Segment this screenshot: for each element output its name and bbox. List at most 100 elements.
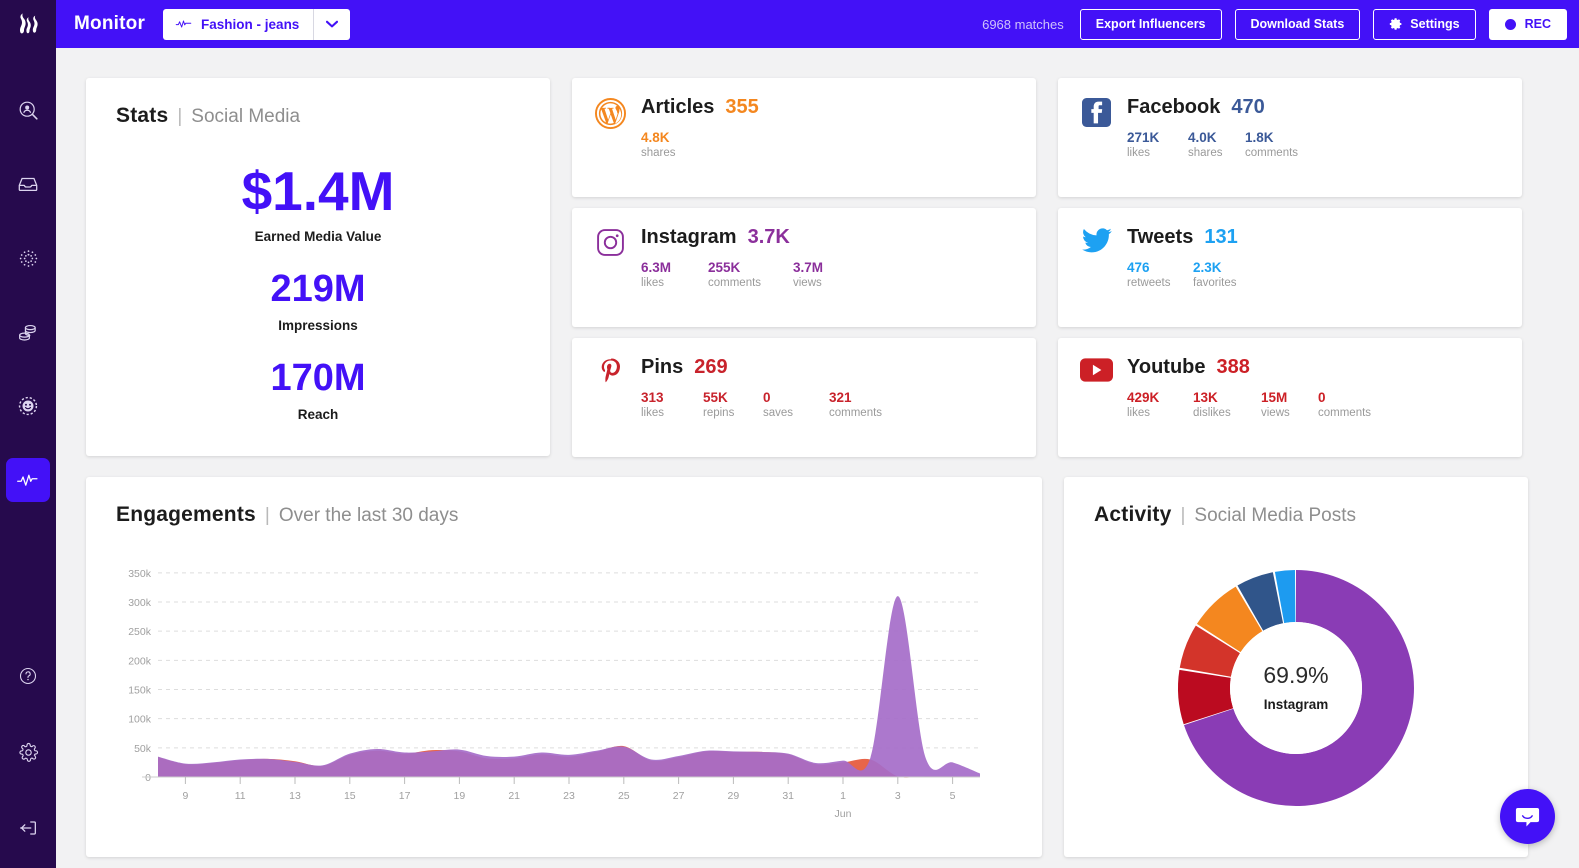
app-header: Monitor Fashion - jeans 6968 matches Exp… (56, 0, 1579, 48)
stat-views: 15M views (1261, 390, 1318, 419)
x-axis-tick-label: 5 (950, 790, 956, 802)
stat-key: comments (1318, 407, 1372, 419)
sidebar-item-settings[interactable] (6, 730, 50, 774)
instagram-icon (594, 226, 627, 309)
y-axis-tick-label: 0 (145, 772, 151, 784)
donut-center-percentage: 69.9% (1263, 662, 1328, 688)
wordpress-icon (594, 96, 627, 179)
person-search-icon (19, 101, 38, 120)
x-axis-tick-label: 31 (782, 790, 794, 802)
stat-value: 15M (1261, 390, 1288, 405)
dashboard-main: Stats | Social Media $1.4M Earned Media … (56, 48, 1579, 868)
x-axis-tick-label: 3 (895, 790, 901, 802)
stat-key: saves (763, 407, 794, 419)
y-axis-tick-label: 100k (128, 714, 152, 726)
stat-favorites: 2.3K favorites (1193, 260, 1263, 289)
stat-key: likes (641, 407, 665, 419)
metric-value: 170M (270, 357, 366, 399)
stat-key: favorites (1193, 277, 1237, 289)
social-card-head: Tweets 131 (1127, 226, 1500, 249)
smartfocus-logo-icon (20, 13, 38, 34)
stat-key: likes (1127, 147, 1151, 159)
metric-reach: 170M Reach (116, 359, 520, 422)
x-axis-tick-label: 27 (673, 790, 685, 802)
sidebar-item-insights[interactable] (6, 236, 50, 280)
x-axis-tick-label: 23 (563, 790, 575, 802)
x-axis-tick-label: 15 (344, 790, 356, 802)
y-axis-tick-label: 150k (128, 685, 152, 697)
social-card-head: Instagram 3.7K (641, 226, 1014, 249)
burst-icon (19, 249, 37, 267)
campaign-selector-main[interactable]: Fashion - jeans (163, 8, 315, 40)
logout-icon (20, 821, 36, 835)
stat-value: 4.0K (1188, 130, 1217, 145)
stat-value: 0 (1318, 390, 1326, 405)
social-card-head: Pins 269 (641, 356, 1014, 379)
youtube-card[interactable]: Youtube 388 429K likes 13K dislikes 15M … (1058, 338, 1522, 457)
twitter-card[interactable]: Tweets 131 476 retweets 2.3K favorites (1058, 208, 1522, 327)
social-cards-right-column: Facebook 470 271K likes 4.0K shares 1.8K… (1058, 78, 1522, 457)
stat-value: 429K (1127, 390, 1160, 405)
social-card-count: 470 (1231, 96, 1265, 118)
x-axis-tick-label: 11 (235, 790, 246, 802)
title-separator: | (177, 106, 183, 127)
sidebar-item-help[interactable] (6, 654, 50, 698)
stat-value: 3.7M (793, 260, 824, 275)
export-influencers-button[interactable]: Export Influencers (1079, 8, 1222, 40)
stat-key: comments (1245, 147, 1299, 159)
pinterest-card[interactable]: Pins 269 313 likes 55K repins 0 saves 32… (572, 338, 1036, 457)
download-stats-button[interactable]: Download Stats (1234, 8, 1361, 40)
social-card-name: Instagram (641, 226, 737, 248)
social-card-name: Pins (641, 356, 684, 378)
stat-key: repins (703, 407, 735, 419)
y-axis-tick-label: 350k (128, 568, 152, 580)
social-card-head: Articles 355 (641, 96, 1014, 119)
engagements-area-chart[interactable]: 350k 300k 250k 200k 150k 100k 50k 0 9 11 13 15 17 19 2… (116, 553, 1012, 838)
campaign-dropdown-toggle[interactable] (314, 9, 350, 40)
record-dot-icon (1504, 18, 1516, 30)
stat-value: 321 (829, 390, 852, 405)
instagram-card[interactable]: Instagram 3.7K 6.3M likes 255K comments (572, 208, 1036, 327)
activity-donut-chart[interactable]: 69.9% Instagram (1094, 543, 1498, 833)
social-card-stats: 271K likes 4.0K shares 1.8K comments (1127, 130, 1500, 159)
social-card-count: 3.7K (747, 226, 790, 248)
stat-key: shares (641, 147, 676, 159)
chat-widget-button[interactable] (1500, 789, 1555, 844)
app-logo[interactable] (0, 0, 56, 48)
social-cards-middle-column: Articles 355 4.8K shares Instagram 3.7K … (572, 78, 1036, 457)
x-axis-tick-label: 13 (289, 790, 301, 802)
sidebar-item-inbox[interactable] (6, 162, 50, 206)
stat-likes: 6.3M likes (641, 260, 708, 289)
engagements-title: Engagements (116, 503, 256, 526)
metric-earned-media-value: $1.4M Earned Media Value (116, 164, 520, 245)
stats-card-title: Stats | Social Media (116, 104, 520, 128)
stat-comments: 1.8K comments (1245, 130, 1325, 159)
youtube-icon (1080, 356, 1113, 439)
question-circle-icon (19, 667, 37, 685)
articles-card[interactable]: Articles 355 4.8K shares (572, 78, 1036, 197)
activity-card: Activity | Social Media Posts 69.9% Inst… (1064, 477, 1528, 857)
stat-key: dislikes (1193, 407, 1231, 419)
settings-button-label: Settings (1410, 17, 1460, 31)
settings-button[interactable]: Settings (1373, 8, 1476, 40)
campaign-selector[interactable]: Fashion - jeans (163, 8, 351, 40)
stat-repins: 55K repins (703, 390, 763, 419)
facebook-icon (1080, 96, 1113, 179)
title-separator: | (264, 505, 270, 526)
sidebar-item-audience[interactable] (6, 384, 50, 428)
facebook-card[interactable]: Facebook 470 271K likes 4.0K shares 1.8K… (1058, 78, 1522, 197)
social-card-count: 355 (725, 96, 759, 118)
pinterest-icon (594, 356, 627, 439)
y-axis-tick-label: 200k (128, 655, 152, 667)
rec-button[interactable]: REC (1488, 8, 1567, 40)
stat-key: shares (1188, 147, 1223, 159)
header-actions: 6968 matches Export Influencers Download… (982, 8, 1579, 40)
stat-value: 13K (1193, 390, 1218, 405)
stat-saves: 0 saves (763, 390, 829, 419)
x-axis-month-label: Jun (835, 808, 852, 820)
sidebar-item-discover[interactable] (6, 88, 50, 132)
sidebar-item-logout[interactable] (6, 806, 50, 850)
sidebar-item-budget[interactable] (6, 310, 50, 354)
social-card-count: 269 (694, 356, 728, 378)
sidebar-item-monitor[interactable] (6, 458, 50, 502)
